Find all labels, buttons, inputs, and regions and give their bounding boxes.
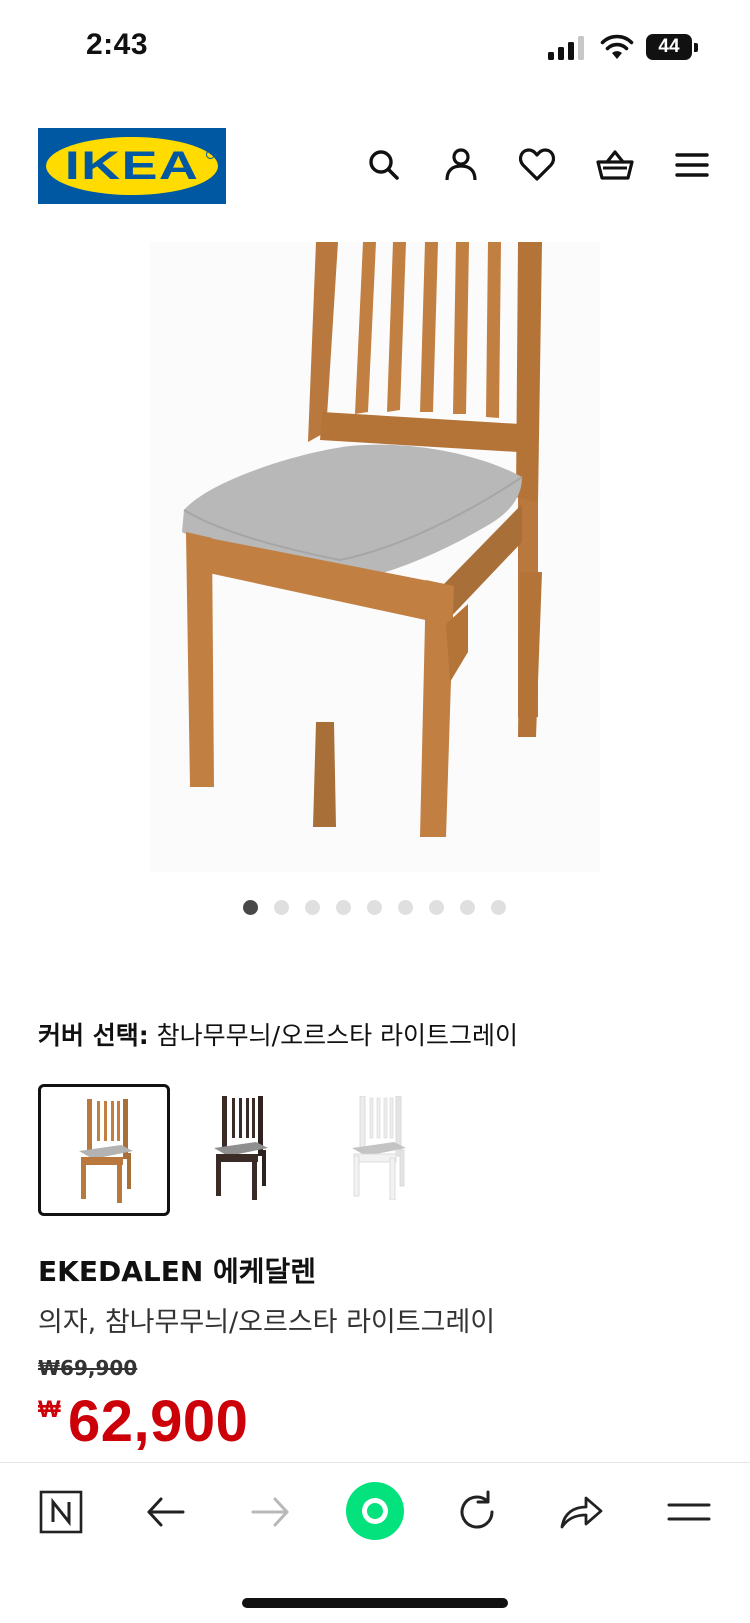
status-bar: 2:43 44 — [0, 0, 750, 100]
carousel-dot[interactable] — [243, 900, 258, 915]
cover-label-title: 커버 선택: — [38, 1021, 149, 1050]
carousel-dot[interactable] — [274, 900, 289, 915]
old-price: ₩69,900 — [38, 1356, 138, 1380]
menu-icon[interactable] — [672, 145, 712, 185]
swatch-dark-brown-grey[interactable] — [176, 1084, 308, 1216]
battery-icon: 44 — [646, 34, 698, 60]
logo-text: IKEA — [64, 144, 200, 188]
forward-arrow-icon[interactable] — [245, 1487, 295, 1537]
cover-selection-label: 커버 선택: 참나무무늬/오르스타 라이트그레이 — [38, 1016, 518, 1052]
menu-lines-icon[interactable] — [664, 1487, 714, 1537]
chair-thumbnail-icon — [214, 1096, 268, 1200]
carousel-dot[interactable] — [367, 900, 382, 915]
cell-signal-icon — [548, 36, 584, 60]
ikea-logo[interactable]: IKEA — [38, 128, 226, 204]
product-name: EKEDALEN 에케달렌 — [38, 1255, 317, 1288]
product-image-chair[interactable] — [150, 242, 600, 872]
battery-level: 44 — [658, 36, 680, 57]
price-currency: ₩ — [38, 1396, 61, 1423]
carousel-dot[interactable] — [491, 900, 506, 915]
carousel-dots[interactable] — [0, 900, 750, 920]
price-value: 62,900 — [68, 1389, 249, 1454]
reload-icon[interactable] — [452, 1487, 502, 1537]
carousel-dot[interactable] — [460, 900, 475, 915]
green-dot-icon[interactable] — [344, 1480, 406, 1542]
naver-n-icon[interactable] — [36, 1487, 86, 1537]
carousel-dot[interactable] — [305, 900, 320, 915]
cart-icon[interactable] — [595, 145, 635, 185]
product-description: 의자, 참나무무늬/오르스타 라이트그레이 — [38, 1307, 496, 1338]
carousel-dot[interactable] — [429, 900, 444, 915]
carousel-dot[interactable] — [398, 900, 413, 915]
wifi-icon — [600, 34, 634, 59]
search-icon[interactable] — [364, 145, 404, 185]
back-arrow-icon[interactable] — [141, 1487, 191, 1537]
cover-label-value: 참나무무늬/오르스타 라이트그레이 — [156, 1021, 519, 1050]
status-time: 2:43 — [86, 28, 149, 61]
heart-icon[interactable] — [517, 145, 557, 185]
share-icon[interactable] — [556, 1487, 606, 1537]
chair-thumbnail-icon — [79, 1099, 133, 1203]
chair-thumbnail-icon — [352, 1096, 406, 1200]
account-icon[interactable] — [441, 145, 481, 185]
swatch-white-light-grey[interactable] — [314, 1084, 446, 1216]
carousel-dot[interactable] — [336, 900, 351, 915]
home-indicator — [242, 1598, 508, 1608]
swatch-oak-light-grey[interactable] — [38, 1084, 170, 1216]
